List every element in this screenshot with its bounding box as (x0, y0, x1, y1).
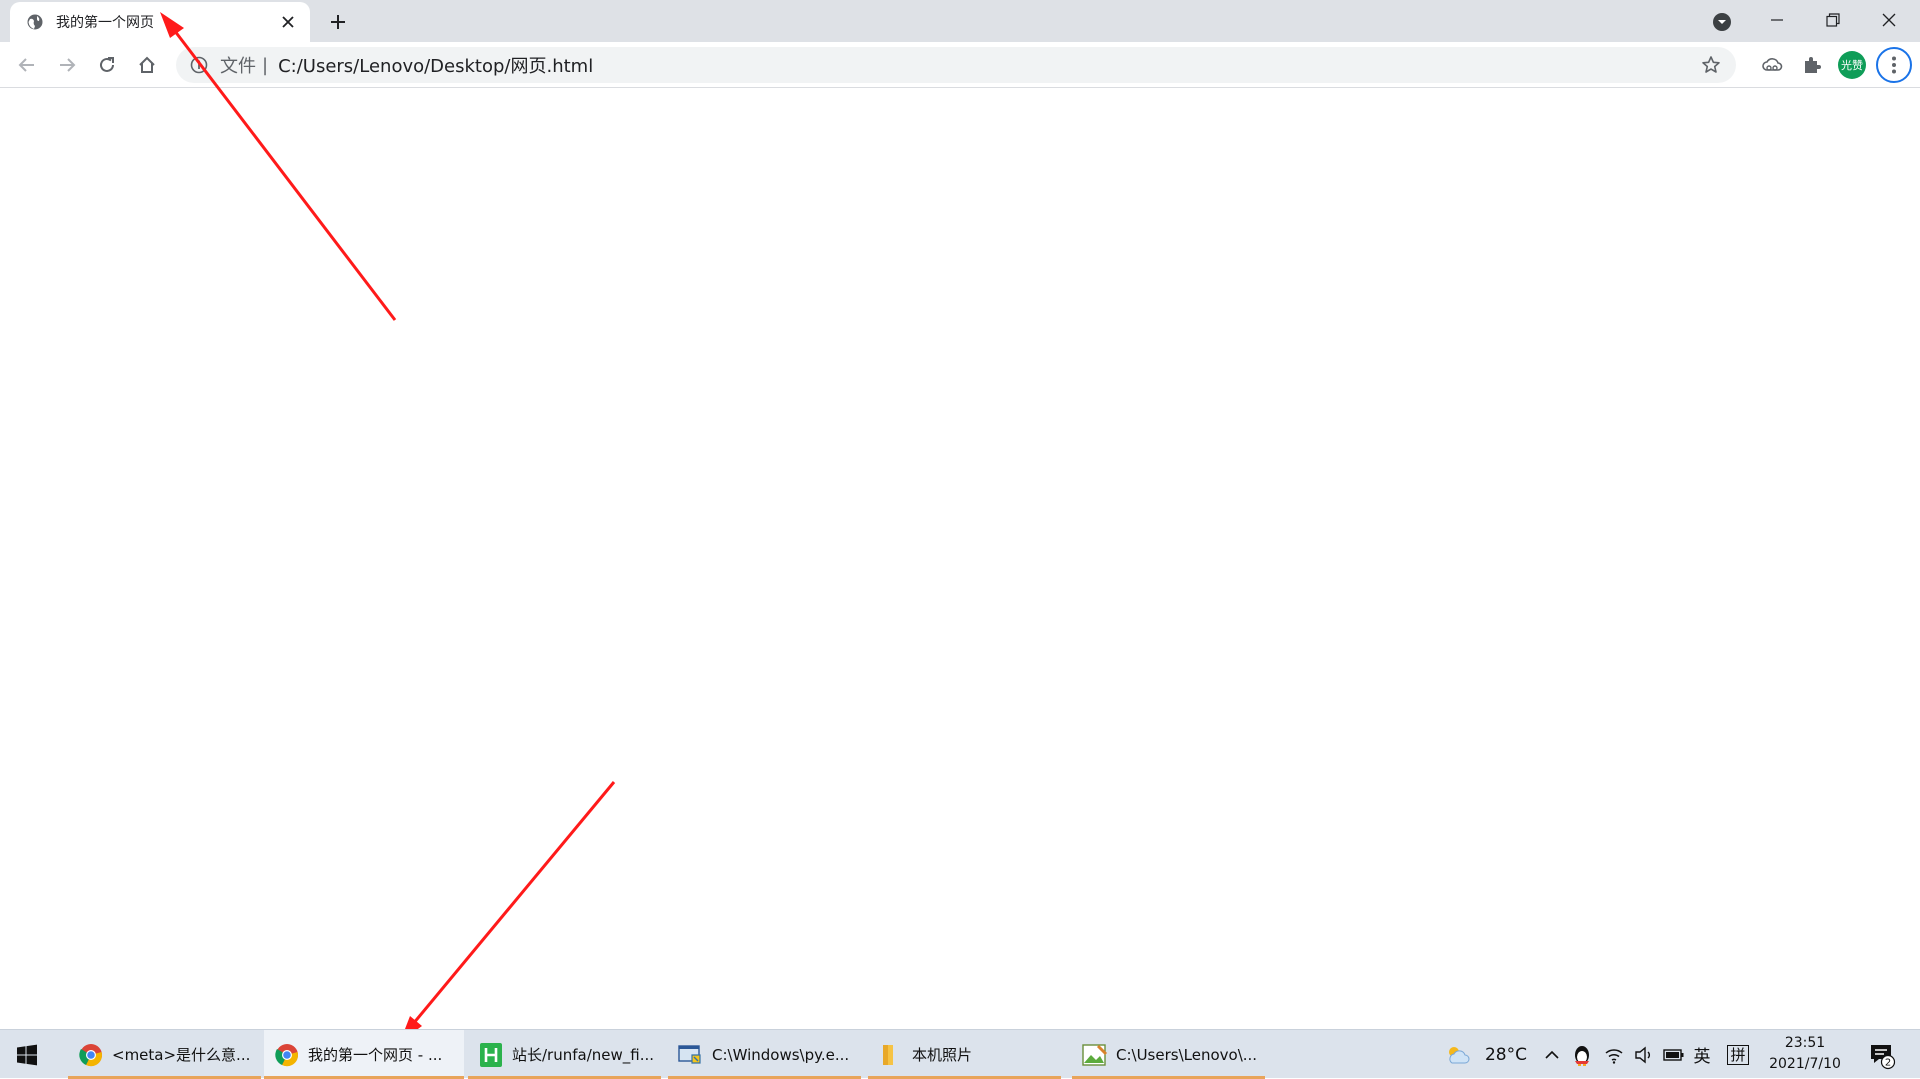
taskbar-item-label: C:\Windows\py.e... (712, 1045, 850, 1064)
extension-cloud-icon[interactable] (1756, 49, 1788, 81)
ime-mode-indicator[interactable]: 拼 (1723, 1030, 1753, 1079)
tab-strip: 我的第一个网页 (0, 0, 1920, 42)
action-center-icon[interactable]: 2 (1862, 1030, 1902, 1079)
taskbar-item-label: C:\Users\Lenovo\... (1116, 1045, 1258, 1064)
system-clock[interactable]: 23:51 2021/7/10 (1762, 1033, 1848, 1075)
taskbar-item-chrome-meta[interactable]: <meta>是什么意... (68, 1030, 261, 1079)
chrome-icon (78, 1042, 104, 1068)
taskbar-item-paint[interactable]: C:\Users\Lenovo\... (1072, 1030, 1265, 1079)
paint-icon (1082, 1042, 1108, 1068)
taskbar-item-chrome-active[interactable]: 我的第一个网页 - ... (264, 1030, 464, 1079)
address-bar[interactable]: 文件 | C:/Users/Lenovo/Desktop/网页.html (176, 47, 1736, 83)
bookmark-star-icon[interactable] (1700, 54, 1722, 76)
taskbar-item-py-launcher[interactable]: C:\Windows\py.e... (668, 1030, 861, 1079)
browser-toolbar: 文件 | C:/Users/Lenovo/Desktop/网页.html 光赞 (0, 42, 1920, 88)
weather-temperature[interactable]: 28°C (1476, 1030, 1536, 1079)
taskbar-item-label: 我的第一个网页 - ... (308, 1046, 443, 1064)
profile-avatar[interactable]: 光赞 (1838, 51, 1866, 79)
ime-mode-label: 拼 (1727, 1044, 1749, 1065)
globe-icon (26, 13, 44, 31)
new-tab-button[interactable] (325, 9, 351, 35)
taskbar-item-photos-folder[interactable]: 本机照片 (868, 1030, 1061, 1079)
taskbar-item-label: 站长/runfa/new_fi... (512, 1046, 655, 1064)
home-button[interactable] (131, 49, 163, 81)
close-tab-icon[interactable] (278, 12, 298, 32)
tab-search-icon[interactable] (1710, 10, 1734, 34)
network-wifi-icon[interactable] (1600, 1030, 1628, 1079)
volume-speaker-icon[interactable] (1630, 1030, 1658, 1079)
reload-button[interactable] (91, 49, 123, 81)
clock-time: 23:51 (1784, 1035, 1826, 1051)
battery-icon[interactable] (1660, 1030, 1688, 1079)
notification-count: 2 (1885, 1057, 1891, 1068)
file-scheme-label: 文件 (220, 56, 256, 77)
windows-taskbar: <meta>是什么意... 我的第一个网页 - ... 站长/runfa/new… (0, 1029, 1920, 1079)
ime-language-indicator[interactable]: 英 (1689, 1030, 1715, 1079)
hbuilder-icon (478, 1042, 504, 1068)
taskbar-item-hbuilder[interactable]: 站长/runfa/new_fi... (468, 1030, 661, 1079)
clock-date: 2021/7/10 (1769, 1056, 1841, 1072)
forward-button[interactable] (51, 49, 83, 81)
back-button[interactable] (11, 49, 43, 81)
restore-button[interactable] (1805, 0, 1861, 40)
extensions-puzzle-icon[interactable] (1796, 49, 1828, 81)
show-hidden-icons-chevron-icon[interactable] (1540, 1030, 1564, 1079)
taskbar-item-label: 本机照片 (912, 1046, 973, 1064)
chrome-menu-icon[interactable] (1876, 47, 1912, 83)
browser-tab-active[interactable]: 我的第一个网页 (10, 2, 310, 42)
qq-penguin-icon[interactable] (1568, 1030, 1596, 1079)
omnibox-separator: | (262, 54, 269, 76)
weather-icon[interactable] (1442, 1030, 1474, 1079)
close-window-button[interactable] (1861, 0, 1917, 40)
url-text[interactable]: C:/Users/Lenovo/Desktop/网页.html (278, 52, 593, 78)
taskbar-item-label: <meta>是什么意... (112, 1046, 251, 1064)
tab-title: 我的第一个网页 (56, 15, 154, 31)
windows-start-icon[interactable] (12, 1040, 42, 1070)
python-launcher-icon (678, 1042, 704, 1068)
folder-icon (878, 1042, 904, 1068)
minimize-button[interactable] (1749, 0, 1805, 40)
page-viewport (0, 89, 1920, 1029)
site-info-icon[interactable] (190, 56, 208, 74)
chrome-icon (274, 1042, 300, 1068)
